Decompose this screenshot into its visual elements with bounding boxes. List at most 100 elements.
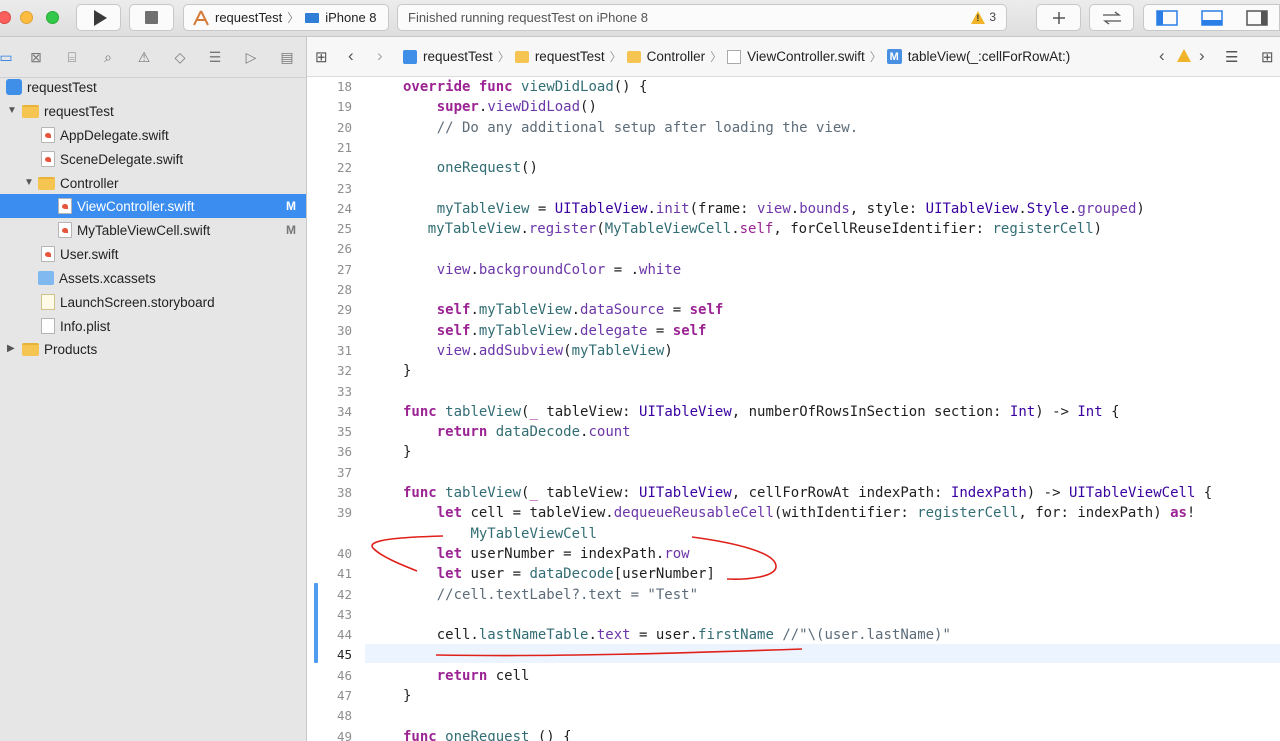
code-line: myTableView.register(MyTableViewCell.sel… [427, 221, 1103, 238]
project-navigator-tab-icon[interactable]: ▭ [0, 49, 14, 65]
method-icon: M [886, 49, 902, 64]
inspector-toggle-icon[interactable] [1245, 9, 1268, 26]
nav-item-label: User.swift [60, 246, 119, 262]
line-number: 28 [336, 282, 352, 297]
test-navigator-tab-icon[interactable]: ◇ [172, 49, 188, 65]
nav-item-launchscreen[interactable]: LaunchScreen.storyboard [41, 290, 215, 314]
nav-item-group-controller[interactable]: Controller [38, 171, 119, 195]
debug-navigator-tab-icon[interactable]: ☰ [207, 49, 223, 65]
line-number: 23 [336, 180, 352, 196]
code-line: } [403, 363, 412, 380]
warning-icon[interactable] [1177, 49, 1191, 62]
folder-icon [22, 342, 39, 356]
project-navigator: ▭ ⊠ ⌸ ⌕ ⚠ ◇ ☰ ▷ ▤ requestTest ▼ requestT… [0, 37, 307, 741]
line-number: 42 [336, 586, 352, 602]
nav-item-products[interactable]: Products [22, 337, 97, 361]
navigator-toggle-icon[interactable] [1155, 9, 1178, 26]
nav-item-label: Products [44, 341, 98, 357]
breadcrumb-item-method[interactable]: M tableView(_:cellForRowAt:) [886, 49, 1070, 64]
code-line: self.myTableView.dataSource = self [436, 302, 724, 319]
code-line: super.viewDidLoad() [436, 99, 597, 116]
issue-navigator-tab-icon[interactable]: ⚠ [136, 49, 152, 65]
next-issue-icon[interactable]: › [1199, 46, 1205, 66]
code-line: return dataDecode.count [436, 424, 631, 441]
line-number: 32 [336, 363, 352, 379]
nav-item-group-requestTest[interactable]: requestTest [22, 99, 114, 123]
swap-arrows-icon [1102, 10, 1121, 25]
nav-item-project[interactable]: requestTest [6, 75, 97, 99]
go-back-icon[interactable]: ‹ [348, 46, 354, 66]
library-button[interactable] [1036, 4, 1081, 31]
nav-item-label: requestTest [44, 103, 114, 119]
iphone-device-icon [305, 12, 320, 23]
breakpoint-navigator-tab-icon[interactable]: ▷ [243, 49, 259, 65]
nav-item-assets[interactable]: Assets.xcassets [38, 266, 156, 290]
disclosure-expanded-icon[interactable]: ▼ [24, 177, 34, 188]
code-line: func oneRequest () { [403, 728, 572, 741]
code-review-button[interactable] [1089, 4, 1134, 31]
code-line: func tableView(_ tableView: UITableView,… [403, 403, 1120, 420]
line-number: 34 [336, 403, 352, 419]
nav-item-label: Controller [60, 175, 119, 191]
nav-item-appdelegate[interactable]: AppDelegate.swift [41, 123, 169, 147]
related-items-grid-icon[interactable]: ⊞ [315, 48, 328, 66]
warning-count: 3 [989, 10, 996, 24]
nav-item-mytableviewcell[interactable]: MyTableViewCell.swift M [58, 218, 304, 242]
chevron-right-icon: 〉 [609, 50, 622, 64]
folder-icon [38, 176, 55, 190]
breadcrumb-label: requestTest [423, 49, 493, 64]
line-number: 41 [336, 566, 352, 582]
find-navigator-tab-icon[interactable]: ⌕ [100, 49, 116, 65]
chevron-right-icon: 〉 [869, 50, 882, 64]
line-number: 39 [336, 505, 352, 521]
editor-options-icon[interactable]: ☰ [1225, 48, 1238, 66]
warning-indicator[interactable]: ! 3 [971, 10, 996, 24]
line-number: 21 [336, 139, 352, 155]
breadcrumb-item-project[interactable]: requestTest [403, 49, 493, 64]
add-editor-icon[interactable]: ⊞ [1261, 48, 1274, 66]
code-comment: //cell.textLabel?.text = "Test" [403, 586, 699, 603]
breadcrumb: requestTest 〉 requestTest 〉 Controller 〉… [403, 48, 1070, 65]
close-window-button[interactable] [0, 11, 11, 24]
run-button[interactable] [76, 4, 121, 31]
code-line: view.backgroundColor = .white [436, 261, 682, 278]
nav-item-label: MyTableViewCell.swift [77, 222, 211, 238]
disclosure-collapsed-icon[interactable]: ▶ [7, 343, 15, 354]
go-forward-icon[interactable]: › [377, 46, 383, 66]
line-number: 49 [336, 728, 352, 741]
debug-area-toggle-icon[interactable] [1200, 9, 1223, 26]
breadcrumb-item-file[interactable]: ViewController.swift [727, 49, 865, 64]
scheme-selector[interactable]: requestTest 〉 iPhone 8 [183, 4, 389, 31]
disclosure-expanded-icon[interactable]: ▼ [7, 105, 17, 116]
line-number: 36 [336, 444, 352, 460]
code-line: func tableView(_ tableView: UITableView,… [403, 485, 1213, 501]
line-number: 38 [336, 485, 352, 500]
breadcrumb-item-controller[interactable]: Controller [626, 49, 705, 64]
swift-file-icon [58, 198, 72, 214]
toolbar: requestTest 〉 iPhone 8 Finished running … [0, 0, 1280, 37]
line-number: 18 [336, 79, 352, 94]
stop-button[interactable] [129, 4, 174, 31]
breadcrumb-item-group[interactable]: requestTest [514, 49, 605, 64]
code-line: let cell = tableView.dequeueReusableCell… [436, 505, 1196, 522]
nav-item-infoplist[interactable]: Info.plist [41, 314, 110, 338]
nav-item-label: requestTest [27, 79, 97, 95]
source-control-tab-icon[interactable]: ⊠ [28, 49, 44, 65]
previous-issue-icon[interactable]: ‹ [1159, 46, 1165, 66]
line-number: 29 [336, 302, 352, 318]
nav-item-viewcontroller[interactable]: ViewController.swift M [58, 194, 304, 218]
zoom-window-button[interactable] [46, 11, 59, 24]
code-line: } [403, 444, 412, 461]
nav-item-user[interactable]: User.swift [41, 242, 119, 266]
code-line: cell.lastNameTable.text = user.firstName… [403, 627, 951, 644]
swift-file-icon [58, 222, 72, 238]
line-number: 33 [336, 383, 352, 399]
minimize-window-button[interactable] [20, 11, 33, 24]
report-navigator-tab-icon[interactable]: ▤ [279, 49, 295, 65]
symbol-navigator-tab-icon[interactable]: ⌸ [64, 49, 80, 65]
nav-item-scenedelegate[interactable]: SceneDelegate.swift [41, 147, 183, 171]
source-editor[interactable]: 18 override func viewDidLoad() { 19 super… [307, 77, 1280, 741]
line-number: 46 [336, 667, 352, 683]
code-line: override func viewDidLoad() { [403, 79, 648, 95]
breadcrumb-label: requestTest [534, 49, 605, 64]
